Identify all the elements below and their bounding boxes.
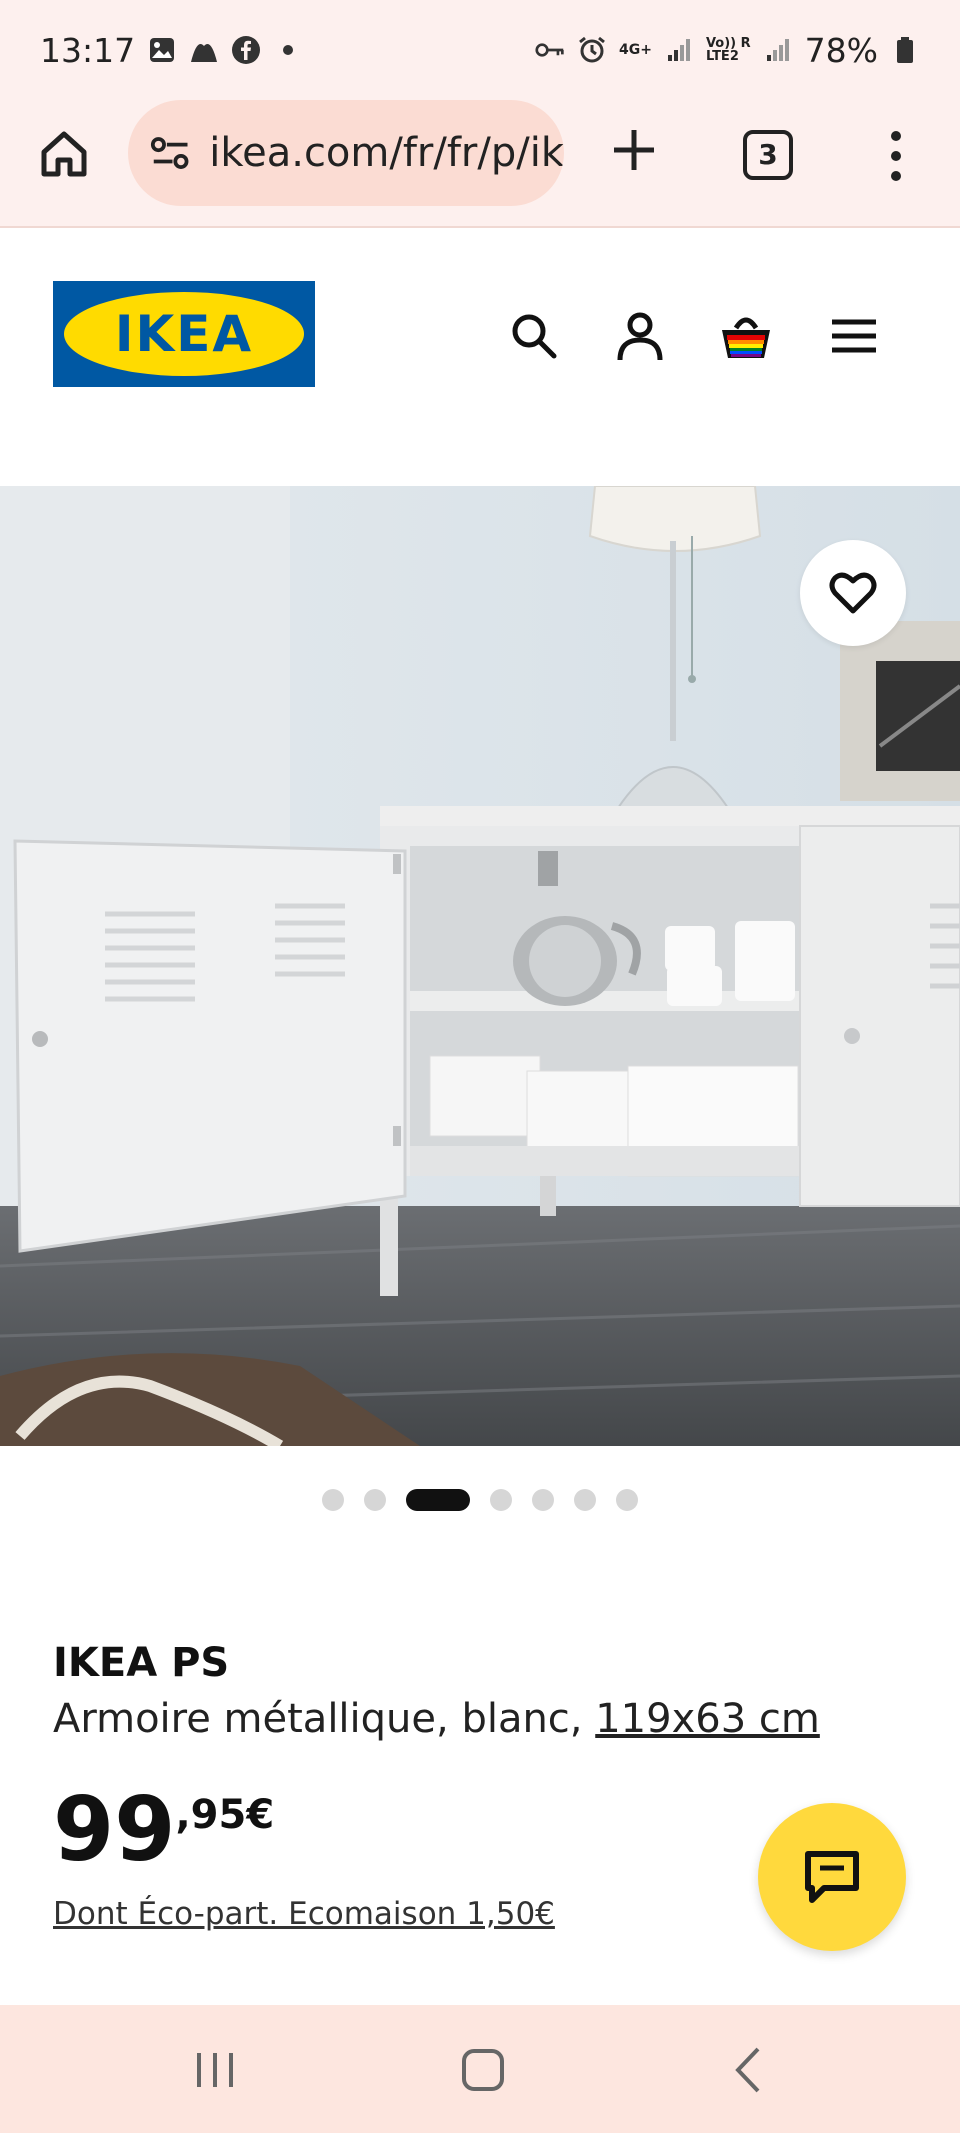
logo-text: IKEA bbox=[114, 305, 254, 363]
search-button[interactable] bbox=[506, 308, 562, 364]
carousel-dot[interactable] bbox=[490, 1489, 512, 1511]
ikea-logo[interactable]: IKEA bbox=[53, 281, 315, 387]
hamburger-menu-icon bbox=[832, 319, 876, 353]
home-nav-button[interactable] bbox=[452, 2045, 512, 2095]
site-header: IKEA bbox=[0, 228, 960, 486]
account-button[interactable] bbox=[612, 308, 668, 364]
status-bar: 13:17 4G+ Vo)) R LTE2 78% bbox=[0, 0, 960, 100]
product-name: IKEA PS bbox=[53, 1640, 230, 1686]
mountain-icon bbox=[189, 35, 219, 65]
battery-icon bbox=[890, 35, 920, 65]
network-type-label: 4G+ bbox=[618, 42, 652, 58]
carousel-dot-active[interactable] bbox=[406, 1489, 470, 1511]
dot-icon bbox=[273, 35, 303, 65]
gallery-icon bbox=[147, 35, 177, 65]
product-description-text: Armoire métallique, blanc, bbox=[53, 1696, 596, 1742]
alarm-icon bbox=[577, 35, 607, 65]
recent-apps-icon bbox=[197, 2053, 233, 2087]
url-bar[interactable]: ikea.com/fr/fr/p/ik bbox=[128, 100, 564, 206]
carousel-dot[interactable] bbox=[532, 1489, 554, 1511]
signal-r-icon bbox=[763, 35, 793, 65]
product-size-link[interactable]: 119x63 cm bbox=[595, 1696, 820, 1742]
search-icon bbox=[512, 314, 557, 359]
system-nav-bar bbox=[0, 2005, 960, 2133]
back-button[interactable] bbox=[720, 2045, 780, 2095]
carousel-dot[interactable] bbox=[616, 1489, 638, 1511]
battery-percent: 78% bbox=[804, 30, 878, 70]
price-decimal: ,95€ bbox=[175, 1792, 275, 1838]
new-tab-button[interactable] bbox=[608, 124, 660, 180]
heart-icon bbox=[829, 572, 877, 614]
basket-icon bbox=[722, 317, 770, 358]
chat-icon bbox=[805, 1851, 859, 1903]
browser-toolbar: ikea.com/fr/fr/p/ik 3 bbox=[0, 100, 960, 228]
product-info: IKEA PS Armoire métallique, blanc, 119x6… bbox=[53, 1640, 913, 1742]
carousel-dot[interactable] bbox=[322, 1489, 344, 1511]
basket-button[interactable] bbox=[718, 308, 774, 364]
favorite-button[interactable] bbox=[800, 540, 906, 646]
ecopart-link[interactable]: Dont Éco-part. Ecomaison 1,50€ bbox=[53, 1896, 555, 1932]
price-integer: 99 bbox=[53, 1778, 176, 1881]
more-vertical-icon bbox=[891, 131, 901, 181]
signal-icon bbox=[664, 35, 694, 65]
tab-switcher-button[interactable]: 3 bbox=[743, 130, 793, 180]
status-right: 4G+ Vo)) R LTE2 78% bbox=[535, 31, 920, 70]
carousel-dot[interactable] bbox=[364, 1489, 386, 1511]
menu-button[interactable] bbox=[826, 308, 882, 364]
carousel-dot[interactable] bbox=[574, 1489, 596, 1511]
recent-apps-button[interactable] bbox=[185, 2045, 245, 2095]
status-left: 13:17 bbox=[40, 31, 303, 70]
status-time: 13:17 bbox=[40, 30, 136, 70]
logo-oval: IKEA bbox=[64, 292, 304, 376]
home-button[interactable] bbox=[38, 128, 90, 180]
facebook-icon bbox=[231, 35, 261, 65]
account-icon bbox=[617, 312, 663, 361]
plus-icon bbox=[614, 130, 654, 170]
browser-menu-button[interactable] bbox=[880, 128, 912, 184]
url-text: ikea.com/fr/fr/p/ik bbox=[209, 130, 564, 176]
carousel-indicators bbox=[0, 1487, 960, 1513]
back-chevron-icon bbox=[735, 2047, 760, 2093]
vpn-key-icon bbox=[535, 35, 565, 65]
product-description: Armoire métallique, blanc, 119x63 cm bbox=[53, 1696, 913, 1742]
home-icon bbox=[41, 131, 87, 177]
product-price: 99 ,95€ bbox=[53, 1785, 274, 1875]
volte-label: Vo)) R LTE2 bbox=[705, 36, 751, 64]
chat-button[interactable] bbox=[758, 1803, 906, 1951]
home-square-icon bbox=[462, 2049, 504, 2091]
site-settings-icon bbox=[150, 137, 189, 169]
